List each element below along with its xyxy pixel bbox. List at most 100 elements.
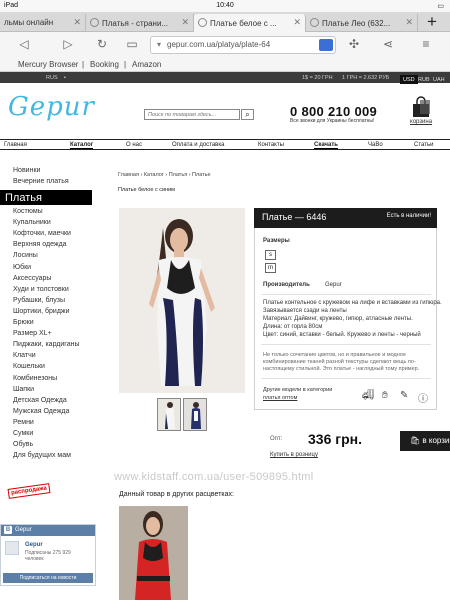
extensions-icon[interactable]: ✣ (346, 37, 362, 51)
vk-subscribe-button[interactable]: Подписаться на новости (3, 573, 93, 583)
sidebar-item[interactable]: Клатчи (13, 352, 36, 359)
sidebar-item[interactable]: Лосины (13, 252, 38, 259)
shopping-bag-icon[interactable] (410, 96, 432, 118)
bookmark-mercury[interactable]: Mercury Browser (18, 60, 78, 69)
language-selector[interactable]: RUS (46, 75, 58, 81)
new-tab-button[interactable]: + (420, 12, 444, 32)
size-s[interactable]: s (265, 250, 276, 260)
sidebar-item[interactable]: Кошельки (13, 363, 45, 370)
search-input[interactable]: Поиск по товарам здесь... (144, 109, 240, 120)
sidebar-item[interactable]: Худи и толстовки (13, 286, 69, 293)
vk-avatar (5, 541, 19, 555)
tab-dresses[interactable]: Платья - страни... ✕ (86, 14, 194, 32)
bookmarks-icon[interactable]: ▭ (124, 37, 140, 51)
site-logo[interactable]: Gepur (8, 92, 95, 122)
sidebar-item[interactable]: Юбки (13, 264, 31, 271)
phone-number: 0 800 210 009 (290, 104, 378, 119)
similar-link[interactable]: платья оптом (263, 395, 297, 401)
share-icon[interactable]: ⋖ (380, 37, 396, 51)
sidebar-item[interactable]: Ремни (13, 419, 34, 426)
sidebar-item[interactable]: Комбинезоны (13, 375, 57, 382)
currency-uah[interactable]: UAH (430, 75, 448, 84)
sidebar-item[interactable]: Для будущих мам (13, 452, 71, 459)
back-icon[interactable]: ◁ (16, 37, 32, 51)
url-field[interactable]: ▾ gepur.com.ua/platya/plate-64 (150, 36, 336, 54)
sidebar-item[interactable]: Детская Одежда (13, 397, 67, 404)
other-color-photo[interactable] (119, 506, 188, 600)
menu-icon[interactable]: ≡ (418, 37, 434, 51)
divider (261, 344, 431, 345)
stock-status: Есть в наличии! (386, 213, 431, 219)
clock: 10:40 (216, 2, 234, 9)
tab-white-dress[interactable]: Платье белое с ... ✕ (194, 14, 306, 32)
menu-about[interactable]: О нас (126, 142, 142, 148)
dropdown-icon[interactable]: ▾ (157, 40, 161, 49)
sidebar-item-evening[interactable]: Вечерние платья (13, 178, 69, 185)
menu-download[interactable]: Скачать (314, 142, 338, 149)
menu-home[interactable]: Главная (4, 142, 27, 148)
add-to-cart-label: в корзину (422, 436, 450, 445)
sidebar-item[interactable]: Пиджаки, кардиганы (13, 341, 80, 348)
site-top-strip: RUS ▪ 1$ = 20 ГРН 1 ГРН = 2.632 РУБ USD … (0, 72, 450, 84)
bookmark-amazon[interactable]: Amazon (132, 60, 161, 69)
sidebar-item-new[interactable]: Новинки (13, 167, 40, 174)
sidebar-item[interactable]: Обувь (13, 441, 33, 448)
buy-retail-link[interactable]: Купить в розницу (270, 452, 318, 458)
breadcrumb[interactable]: Главная › Каталог › Платья › Платье (118, 172, 211, 178)
price: 336 грн. (308, 431, 362, 447)
note-line: настоящему стильной. Это платье - нагляд… (263, 366, 420, 372)
sidebar-item[interactable]: Рубашки, блузы (13, 297, 65, 304)
similar-label: Другие модели в категории (263, 387, 333, 393)
main-menu: Главная Каталог О нас Оплата и доставка … (0, 139, 450, 150)
tab-leo-dress[interactable]: Платье Лео (632... ✕ (306, 14, 418, 32)
product-subtitle: Платье белое с синим (118, 187, 175, 193)
tab-label: Платье белое с ... (210, 19, 277, 28)
size-m[interactable]: m (265, 263, 276, 273)
divider (261, 378, 431, 379)
sidebar-item[interactable]: Брюки (13, 319, 34, 326)
flag-icon: ▪ (64, 75, 66, 81)
refresh-icon[interactable]: ↻ (94, 37, 110, 51)
vk-group-name[interactable]: Gepur (25, 542, 43, 548)
close-icon[interactable]: ✕ (181, 17, 189, 28)
close-icon[interactable]: ✕ (73, 17, 81, 28)
sidebar-item[interactable]: Размер XL+ (13, 330, 52, 337)
bookmark-booking[interactable]: Booking (90, 60, 119, 69)
vk-logo-icon: B (4, 526, 12, 534)
menu-faq[interactable]: ЧаВо (368, 142, 383, 148)
desc-line: Длина: от горла 80см (263, 324, 323, 330)
help-icon[interactable]: ⓘ (418, 390, 428, 405)
sidebar-item[interactable]: Мужская Одежда (13, 408, 69, 415)
battery-icon: ▭ (437, 3, 444, 10)
menu-payment[interactable]: Оплата и доставка (172, 142, 224, 148)
sidebar-item[interactable]: Шапки (13, 386, 34, 393)
bookmark-separator: | (82, 60, 85, 69)
bookmark-separator: | (124, 60, 127, 69)
sidebar-item[interactable]: Верхняя одежда (13, 241, 67, 248)
product-photo[interactable] (119, 208, 245, 393)
close-icon[interactable]: ✕ (405, 17, 413, 28)
cart-link[interactable]: корзина (410, 119, 432, 125)
sidebar-item[interactable]: Аксессуары (13, 275, 51, 282)
sidebar-item[interactable]: Кофточки, маечки (13, 230, 71, 237)
sidebar-item[interactable]: Костюмы (13, 208, 43, 215)
note-line: комбинирование тканей разной текстуры сд… (263, 359, 416, 365)
forward-icon[interactable]: ▷ (60, 37, 76, 51)
extension-badge-icon[interactable] (319, 39, 333, 51)
close-icon[interactable]: ✕ (293, 17, 301, 28)
menu-articles[interactable]: Статьи (414, 142, 433, 148)
sale-badge[interactable]: распродажа (7, 483, 51, 499)
sidebar-item[interactable]: Купальники (13, 219, 51, 226)
sidebar-item[interactable]: Сумки (13, 430, 33, 437)
tab-movies[interactable]: льмы онлайн ✕ (0, 14, 86, 32)
search-icon[interactable]: ⌕ (241, 109, 254, 120)
sidebar-item[interactable]: Шортики, бриджи (13, 308, 70, 315)
vk-title: Gepur (15, 527, 32, 533)
desc-line: Цвет: синий, вставки - белый. Кружево и … (263, 332, 421, 338)
sidebar-active-dresses[interactable]: Платья (0, 190, 92, 205)
add-to-cart-button[interactable]: 🛍︎ в корзину (400, 431, 450, 451)
menu-contacts[interactable]: Контакты (258, 142, 284, 148)
thumbnail-2[interactable] (183, 398, 207, 431)
menu-catalog[interactable]: Каталог (70, 142, 94, 149)
thumbnail-1[interactable] (157, 398, 181, 431)
